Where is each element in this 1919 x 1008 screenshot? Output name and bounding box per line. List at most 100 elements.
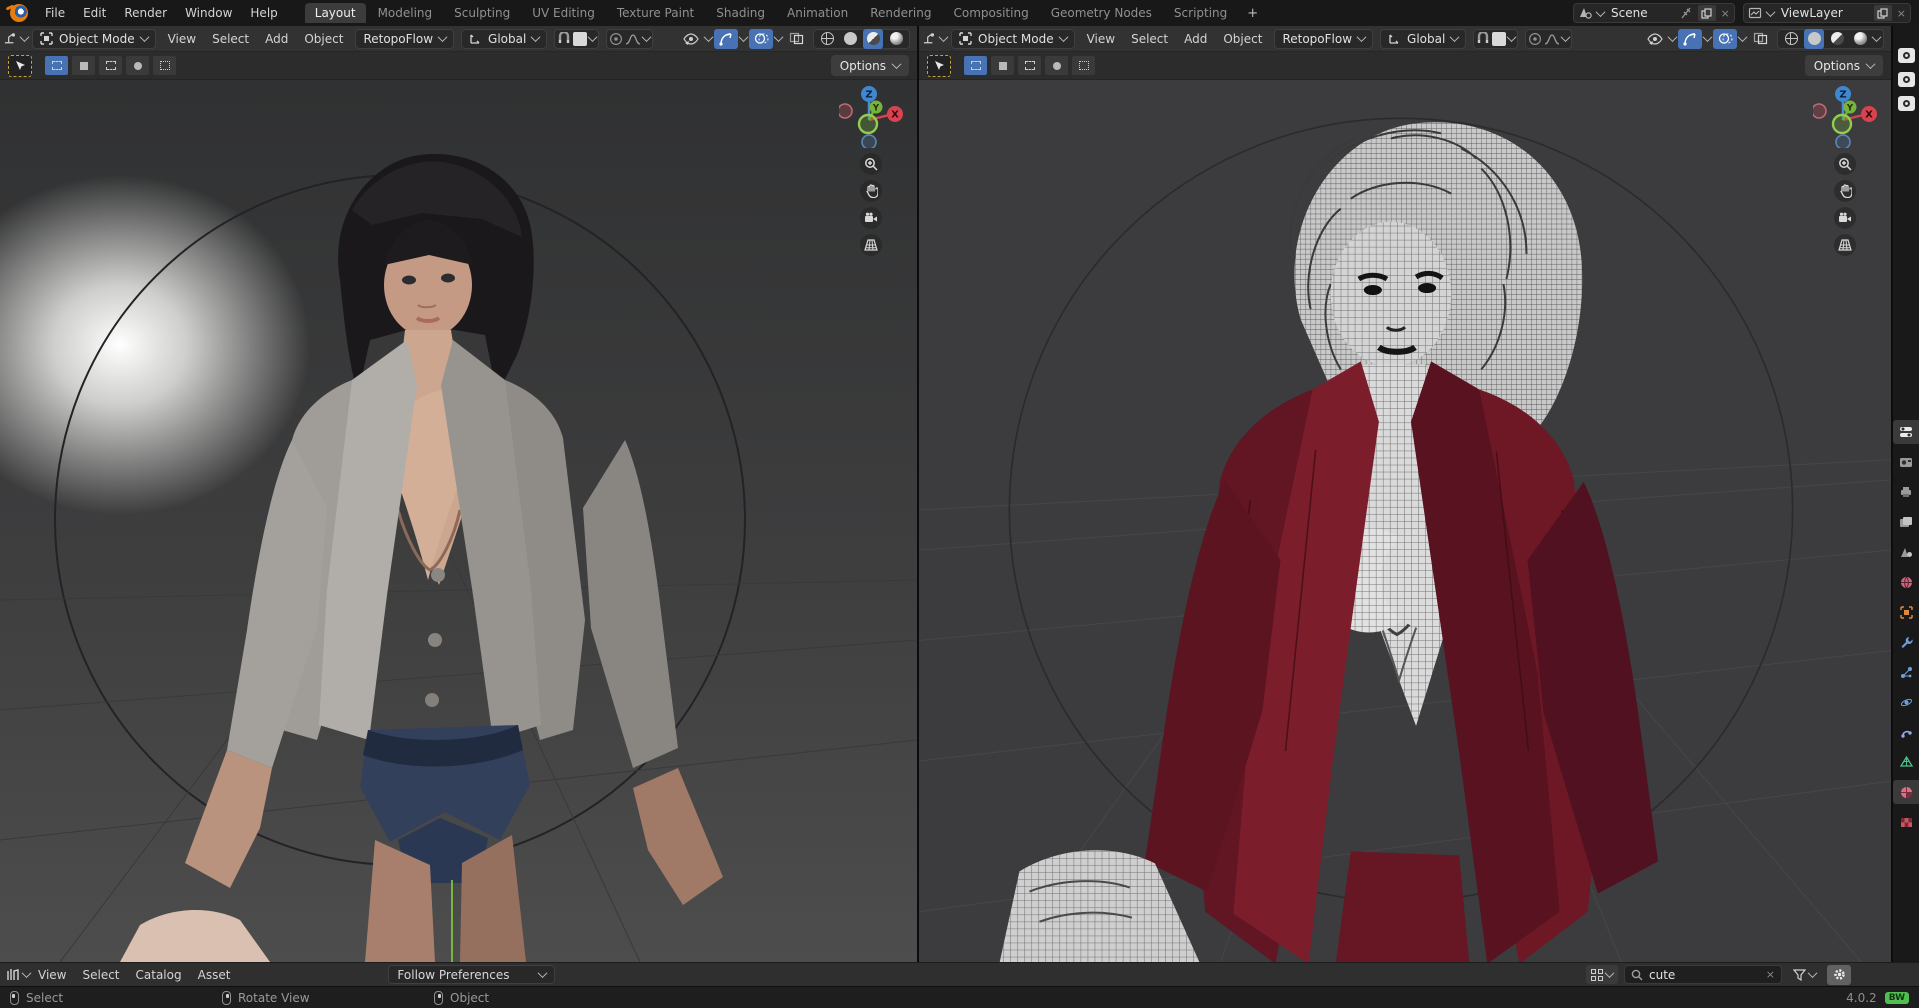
menu-add[interactable]: Add	[1176, 30, 1215, 48]
viewport-right-canvas[interactable]: Z X Y	[919, 80, 1891, 962]
menu-select[interactable]: Select	[204, 30, 257, 48]
menu-edit[interactable]: Edit	[74, 4, 115, 22]
tab-world-properties[interactable]	[1893, 570, 1919, 594]
select-mode-invert[interactable]	[1045, 56, 1068, 75]
viewport-left-canvas[interactable]: Z X Y	[0, 80, 917, 962]
menu-view[interactable]: View	[1079, 30, 1123, 48]
tab-viewlayer-properties[interactable]	[1893, 510, 1919, 534]
shading-material-preview-button[interactable]	[1827, 29, 1847, 49]
snapping-group[interactable]	[554, 28, 600, 49]
editor-type-button[interactable]	[923, 29, 949, 49]
workspace-tab-shading[interactable]: Shading	[706, 3, 775, 23]
import-method-selector[interactable]: Follow Preferences	[388, 965, 556, 984]
menu-asset[interactable]: Asset	[190, 966, 239, 984]
show-gizmo-toggle[interactable]	[1678, 28, 1702, 49]
clear-search-button[interactable]: ×	[1766, 969, 1775, 980]
workspace-tab-compositing[interactable]: Compositing	[943, 3, 1038, 23]
menu-add[interactable]: Add	[257, 30, 296, 48]
axis-gizmo[interactable]: Z X Y	[839, 84, 903, 148]
move-view-hand-button[interactable]	[860, 180, 882, 202]
menu-select[interactable]: Select	[1123, 30, 1176, 48]
tab-physics-properties[interactable]	[1893, 690, 1919, 714]
viewlayer-selector[interactable]: ViewLayer ×	[1742, 3, 1911, 23]
camera-view-button[interactable]	[1834, 207, 1856, 229]
menu-render[interactable]: Render	[115, 4, 176, 22]
screenshot-button[interactable]	[1897, 72, 1915, 87]
tool-options-button[interactable]: Options	[830, 55, 909, 76]
show-gizmo-toggle[interactable]	[714, 28, 738, 49]
screenshot-button[interactable]	[1897, 48, 1915, 63]
menu-object[interactable]: Object	[1215, 30, 1270, 48]
retopoflow-menu[interactable]: RetopoFlow	[1274, 28, 1374, 49]
camera-view-button[interactable]	[860, 207, 882, 229]
chevron-down-icon[interactable]	[1871, 32, 1882, 43]
perspective-toggle-button[interactable]	[860, 234, 882, 256]
toggle-xray-button[interactable]	[1748, 29, 1772, 49]
axis-gizmo[interactable]: Z X Y	[1813, 84, 1877, 148]
show-overlays-toggle[interactable]	[1713, 28, 1737, 49]
tab-scene-properties[interactable]	[1893, 540, 1919, 564]
tab-output-properties[interactable]	[1893, 480, 1919, 504]
object-visibility-dropdown[interactable]	[679, 29, 703, 49]
scene-selector[interactable]: Scene ×	[1573, 3, 1735, 23]
editor-type-button[interactable]	[4, 29, 30, 49]
workspace-tab-sculpting[interactable]: Sculpting	[444, 3, 520, 23]
editor-type-button[interactable]	[6, 965, 32, 985]
workspace-tab-rendering[interactable]: Rendering	[860, 3, 941, 23]
workspace-tab-modeling[interactable]: Modeling	[368, 3, 443, 23]
shading-solid-button[interactable]	[840, 29, 860, 49]
transform-orientation-selector[interactable]: Global	[461, 28, 548, 49]
tab-tool-properties[interactable]	[1893, 420, 1919, 444]
tab-constraint-properties[interactable]	[1893, 720, 1919, 744]
menu-window[interactable]: Window	[176, 4, 241, 22]
menu-file[interactable]: File	[36, 4, 74, 22]
filter-button[interactable]	[1788, 965, 1821, 984]
tab-object-properties[interactable]	[1893, 600, 1919, 624]
asset-search-input[interactable]: cute ×	[1624, 965, 1782, 984]
tab-particle-properties[interactable]	[1893, 660, 1919, 684]
workspace-tab-texture-paint[interactable]: Texture Paint	[607, 3, 704, 23]
unlink-scene-button[interactable]: ×	[1721, 8, 1730, 19]
select-mode-new[interactable]	[964, 56, 987, 75]
tool-options-button[interactable]: Options	[1804, 55, 1883, 76]
mode-selector[interactable]: Object Mode	[951, 28, 1075, 49]
transform-orientation-selector[interactable]: Global	[1380, 28, 1467, 49]
menu-catalog[interactable]: Catalog	[128, 966, 190, 984]
tab-texture-properties[interactable]	[1893, 810, 1919, 834]
object-visibility-dropdown[interactable]	[1643, 29, 1667, 49]
select-mode-intersect[interactable]	[1072, 56, 1095, 75]
proportional-edit-group[interactable]	[606, 28, 654, 49]
select-mode-subtract[interactable]	[99, 56, 122, 75]
tab-modifier-properties[interactable]	[1893, 630, 1919, 654]
select-mode-invert[interactable]	[126, 56, 149, 75]
mode-selector[interactable]: Object Mode	[32, 28, 156, 49]
pin-icon[interactable]	[1679, 6, 1693, 20]
chevron-down-icon[interactable]	[1667, 32, 1678, 43]
move-view-hand-button[interactable]	[1834, 180, 1856, 202]
workspace-tab-geometry-nodes[interactable]: Geometry Nodes	[1041, 3, 1162, 23]
shading-wireframe-button[interactable]	[817, 29, 837, 49]
active-tool-select-box[interactable]	[8, 54, 32, 77]
active-tool-select-box[interactable]	[927, 54, 951, 77]
select-mode-subtract[interactable]	[1018, 56, 1041, 75]
tab-render-properties[interactable]	[1893, 450, 1919, 474]
zoom-tool-button[interactable]	[1834, 153, 1856, 175]
zoom-tool-button[interactable]	[860, 153, 882, 175]
proportional-edit-group[interactable]	[1525, 28, 1573, 49]
menu-select[interactable]: Select	[74, 966, 127, 984]
asset-settings-button[interactable]	[1827, 964, 1851, 985]
retopoflow-menu[interactable]: RetopoFlow	[355, 28, 455, 49]
workspace-tab-layout[interactable]: Layout	[304, 3, 366, 23]
select-mode-new[interactable]	[45, 56, 68, 75]
tab-data-properties[interactable]	[1893, 750, 1919, 774]
workspace-tab-scripting[interactable]: Scripting	[1164, 3, 1237, 23]
menu-view[interactable]: View	[160, 30, 204, 48]
workspace-tab-animation[interactable]: Animation	[777, 3, 858, 23]
tab-material-properties[interactable]	[1893, 780, 1919, 804]
add-workspace-button[interactable]: +	[1239, 6, 1266, 21]
toggle-xray-button[interactable]	[784, 29, 808, 49]
chevron-down-icon[interactable]	[1737, 32, 1748, 43]
remove-viewlayer-button[interactable]: ×	[1897, 8, 1906, 19]
chevron-down-icon[interactable]	[773, 32, 784, 43]
menu-help[interactable]: Help	[241, 4, 286, 22]
